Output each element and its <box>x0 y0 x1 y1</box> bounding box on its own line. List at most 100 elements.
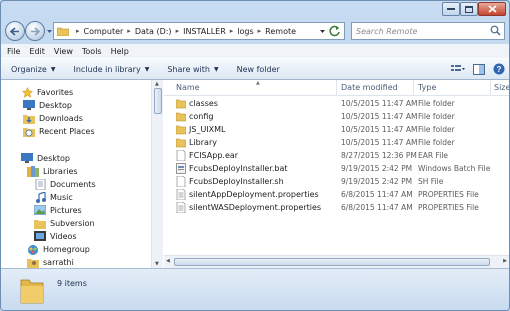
nav-videos-label: Videos <box>50 231 77 241</box>
nav-homegroup-label: Homegroup <box>43 244 90 254</box>
minimize-button[interactable] <box>442 2 460 16</box>
scrollbar-thumb[interactable] <box>174 258 490 266</box>
scroll-up-icon[interactable]: ▲ <box>155 81 159 87</box>
scroll-left-icon[interactable]: ◀ <box>166 258 170 264</box>
nav-downloads-label: Downloads <box>39 113 83 123</box>
folder-icon <box>57 27 69 36</box>
column-divider[interactable] <box>413 80 414 96</box>
forward-button[interactable] <box>25 21 45 41</box>
column-date-modified[interactable]: Date modified <box>341 83 398 92</box>
breadcrumb-separator[interactable]: ▸ <box>230 27 234 35</box>
back-button[interactable] <box>5 21 25 41</box>
folder-icon <box>20 279 44 304</box>
breadcrumb-logs[interactable]: logs <box>237 27 253 36</box>
column-divider[interactable] <box>336 80 337 96</box>
search-input[interactable]: Search Remote <box>351 22 505 40</box>
recent-pages-dropdown[interactable] <box>46 26 53 36</box>
search-icon[interactable] <box>490 25 501 36</box>
file-date: 10/5/2015 11:47 AM <box>341 125 418 134</box>
file-date: 6/8/2015 11:47 AM <box>341 203 413 212</box>
change-view-button[interactable] <box>451 64 465 76</box>
file-row[interactable]: Library 10/5/2015 11:47 AM File folder <box>164 136 509 149</box>
nav-user[interactable]: sarrathi <box>27 256 74 268</box>
nav-videos[interactable]: Videos <box>34 230 77 242</box>
breadcrumb-separator[interactable]: ▸ <box>76 27 80 35</box>
preview-pane-button[interactable] <box>473 63 485 77</box>
file-row[interactable]: FcubsDeployInstaller.bat 9/19/2015 2:42 … <box>164 162 509 175</box>
share-with-button[interactable]: Share with ▼ <box>167 65 218 74</box>
breadcrumb-installer[interactable]: INSTALLER <box>183 27 226 36</box>
nav-music[interactable]: Music <box>34 191 73 203</box>
nav-desktop-favorite[interactable]: Desktop <box>23 99 72 111</box>
column-size[interactable]: Size <box>494 83 509 92</box>
minimize-icon <box>447 7 455 10</box>
navigation-scrollbar[interactable]: ▲ ▼ <box>151 80 163 268</box>
documents-icon <box>34 178 46 190</box>
nav-desktop[interactable]: Desktop <box>21 152 70 164</box>
folder-icon <box>176 112 186 122</box>
nav-libraries[interactable]: Libraries <box>27 165 78 177</box>
include-in-library-button[interactable]: Include in library ▼ <box>73 65 149 74</box>
scroll-right-icon[interactable]: ▶ <box>503 258 507 264</box>
nav-subversion-label: Subversion <box>50 218 95 228</box>
help-icon: ? <box>493 63 505 75</box>
nav-favorites[interactable]: Favorites <box>21 86 73 98</box>
horizontal-scrollbar[interactable]: ◀ ▶ <box>164 255 509 268</box>
nav-subversion[interactable]: Subversion <box>34 217 95 229</box>
organize-button[interactable]: Organize ▼ <box>11 65 55 74</box>
preview-pane-icon <box>473 63 485 75</box>
close-button[interactable] <box>478 2 506 16</box>
file-row[interactable]: silentWASDeployment.properties 6/8/2015 … <box>164 201 509 214</box>
breadcrumb-data-drive[interactable]: Data (D:) <box>135 27 172 36</box>
file-row[interactable]: silentAppDeployment.properties 6/8/2015 … <box>164 188 509 201</box>
explorer-window: ▸ Computer ▸ Data (D:) ▸ INSTALLER ▸ log… <box>0 0 510 311</box>
refresh-icon[interactable] <box>328 25 342 37</box>
menu-view[interactable]: View <box>54 47 73 56</box>
address-dropdown-icon[interactable] <box>319 27 326 35</box>
address-bar[interactable]: ▸ Computer ▸ Data (D:) ▸ INSTALLER ▸ log… <box>53 22 345 40</box>
scrollbar-thumb[interactable] <box>154 88 162 114</box>
maximize-button[interactable] <box>460 2 478 16</box>
nav-favorites-label: Favorites <box>37 87 74 97</box>
file-row[interactable]: FcubsDeployInstaller.sh 9/19/2015 2:42 P… <box>164 175 509 188</box>
subversion-icon <box>34 217 46 229</box>
new-folder-button[interactable]: New folder <box>237 65 280 74</box>
nav-documents-label: Documents <box>50 179 96 189</box>
new-folder-label: New folder <box>236 64 280 74</box>
view-list-icon <box>451 65 465 71</box>
help-button[interactable]: ? <box>493 63 505 77</box>
file-name: silentWASDeployment.properties <box>189 203 322 212</box>
star-icon <box>21 86 33 98</box>
item-count: 9 items <box>57 279 87 288</box>
file-row[interactable]: config 10/5/2015 11:47 AM File folder <box>164 110 509 123</box>
menu-file[interactable]: File <box>7 47 20 56</box>
view-controls: ? <box>443 63 505 77</box>
menu-edit[interactable]: Edit <box>29 47 45 56</box>
file-type: File folder <box>418 138 455 147</box>
breadcrumb-computer[interactable]: Computer <box>84 27 124 36</box>
menu-tools[interactable]: Tools <box>82 47 102 56</box>
nav-homegroup[interactable]: Homegroup <box>27 243 90 255</box>
nav-documents[interactable]: Documents <box>34 178 96 190</box>
breadcrumb-separator[interactable]: ▸ <box>258 27 262 35</box>
column-name[interactable]: Name <box>176 83 200 92</box>
file-row[interactable]: FCISApp.ear 8/27/2015 12:36 PM EAR File <box>164 149 509 162</box>
column-divider[interactable] <box>490 80 491 96</box>
nav-downloads[interactable]: Downloads <box>23 112 83 124</box>
content-area: Favorites Desktop Downloads Recent Place… <box>1 80 509 268</box>
menu-bar: File Edit View Tools Help <box>1 44 509 58</box>
nav-pictures[interactable]: Pictures <box>34 204 82 216</box>
column-type[interactable]: Type <box>418 83 436 92</box>
file-row[interactable]: classes 10/5/2015 11:47 AM File folder <box>164 97 509 110</box>
svg-text:?: ? <box>497 65 502 74</box>
user-folder-icon <box>27 256 39 268</box>
breadcrumb-remote[interactable]: Remote <box>265 27 296 36</box>
nav-recent-places[interactable]: Recent Places <box>23 125 95 137</box>
breadcrumb-separator[interactable]: ▸ <box>176 27 180 35</box>
menu-help[interactable]: Help <box>111 47 129 56</box>
breadcrumb-separator[interactable]: ▸ <box>127 27 131 35</box>
scroll-down-icon[interactable]: ▼ <box>155 261 159 267</box>
nav-pictures-label: Pictures <box>50 205 82 215</box>
file-row[interactable]: JS_UIXML 10/5/2015 11:47 AM File folder <box>164 123 509 136</box>
nav-libraries-label: Libraries <box>43 166 78 176</box>
